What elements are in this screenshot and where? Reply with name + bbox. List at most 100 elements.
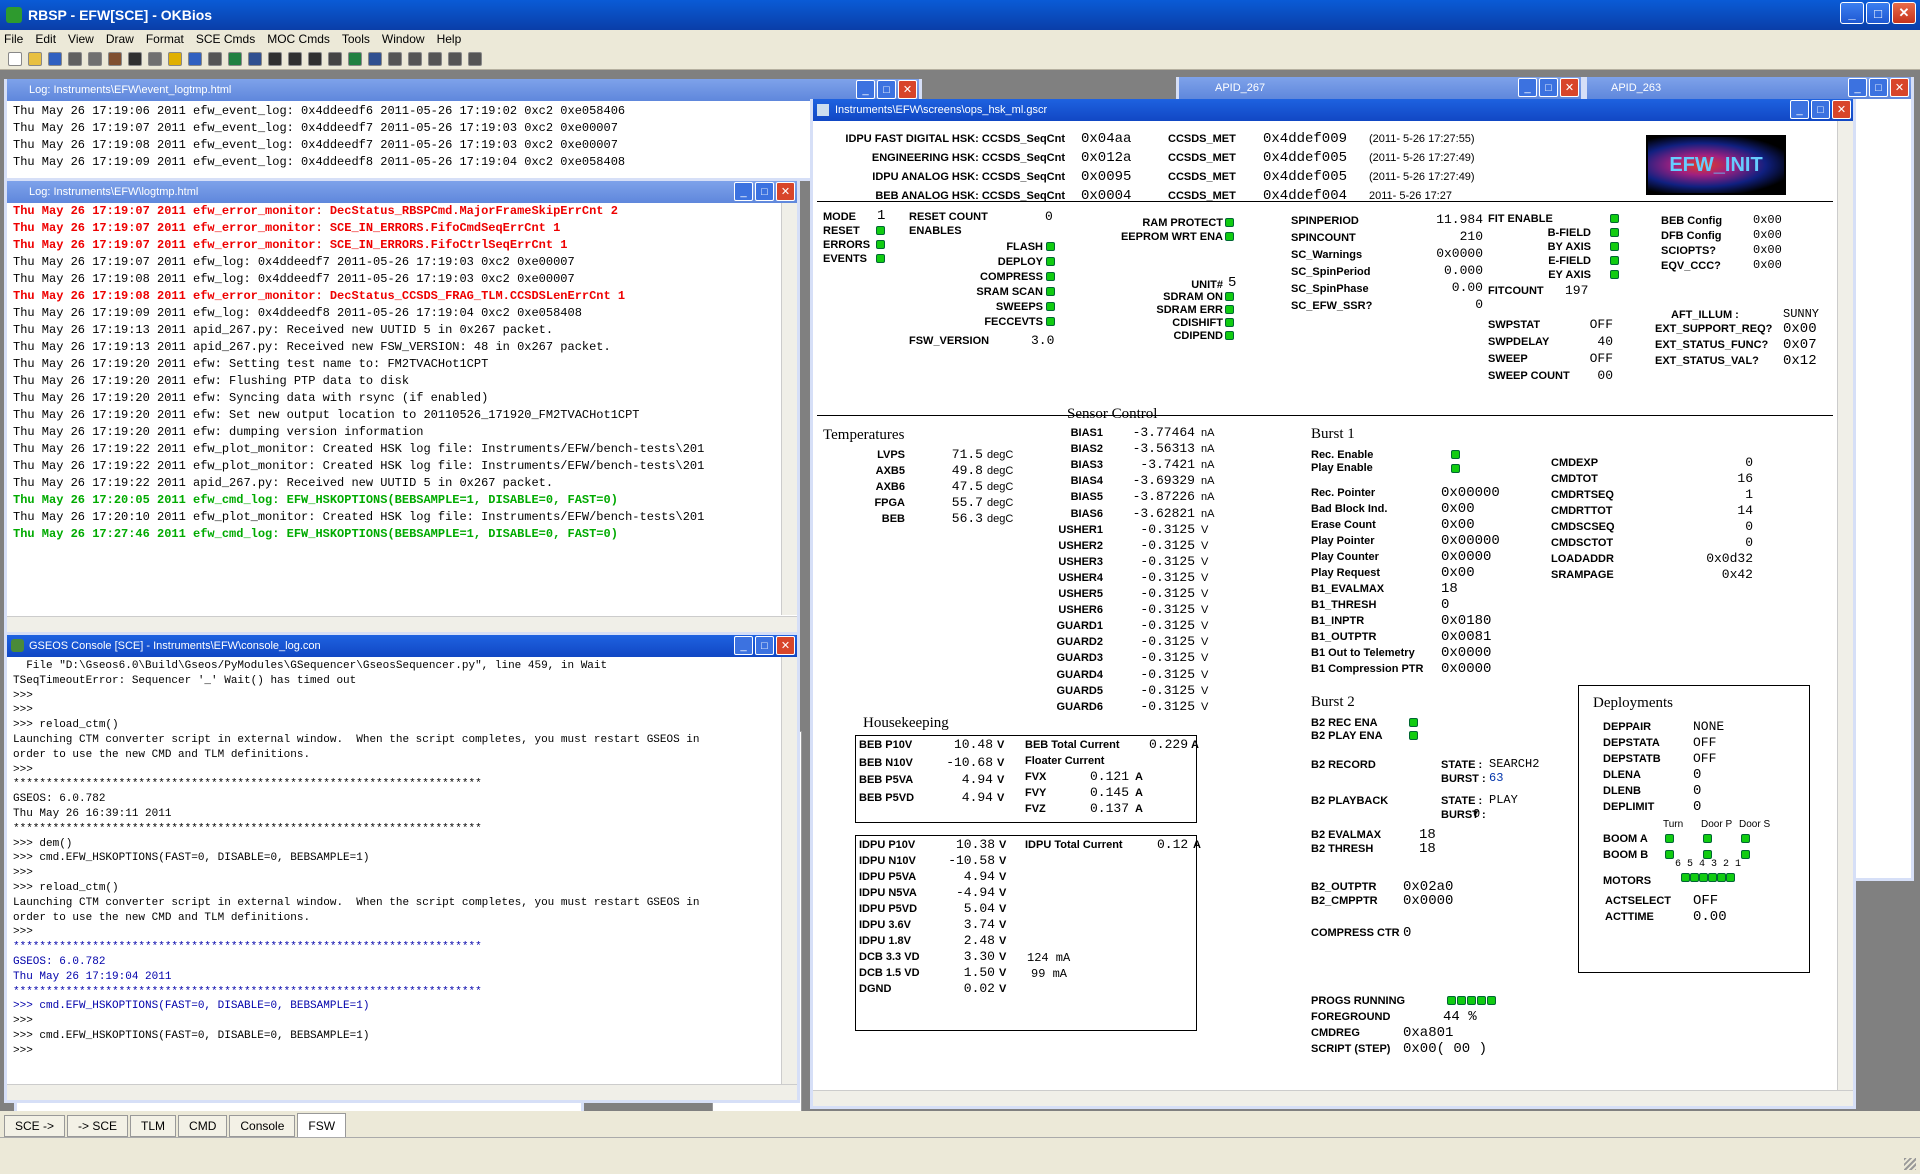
hsk-label: ENGINEERING HSK: CCSDS_SeqCnt: [871, 152, 1065, 164]
event-log-window[interactable]: Log: Instruments\EFW\event_logtmp.html _…: [4, 79, 922, 181]
horizontal-scrollbar[interactable]: [7, 1084, 797, 1100]
hsk-value: 47.5: [951, 479, 983, 494]
hsk-label: GUARD5: [1056, 684, 1103, 697]
minimize-button[interactable]: _: [734, 636, 753, 655]
vertical-scrollbar[interactable]: [1837, 121, 1853, 1091]
toolbar-icon-23[interactable]: [448, 51, 462, 66]
resize-grip-icon[interactable]: [1904, 1158, 1916, 1170]
hsk-label: V: [999, 935, 1007, 947]
toolbar-icon-9[interactable]: [168, 51, 182, 66]
toolbar-icon-5[interactable]: [88, 51, 102, 66]
horizontal-scrollbar[interactable]: [813, 1090, 1853, 1106]
close-button[interactable]: ✕: [898, 80, 917, 99]
tab-cmd[interactable]: CMD: [178, 1115, 228, 1137]
toolbar-icon-16[interactable]: [308, 51, 322, 66]
minimize-button[interactable]: _: [1848, 78, 1867, 97]
tab-sce-[interactable]: SCE ->: [4, 1115, 66, 1137]
close-button[interactable]: ✕: [1890, 78, 1909, 97]
close-button[interactable]: ✕: [1892, 2, 1916, 24]
menu-edit[interactable]: Edit: [35, 32, 56, 46]
maximize-button[interactable]: □: [755, 182, 774, 201]
hsk-label: Erase Count: [1311, 519, 1376, 531]
status-led: [1046, 317, 1055, 326]
hsk-label: V: [1201, 604, 1209, 617]
menu-moc-cmds[interactable]: MOC Cmds: [267, 32, 330, 46]
close-button[interactable]: ✕: [776, 182, 795, 201]
hsk-value: 0.000: [1443, 263, 1483, 278]
toolbar-icon-17[interactable]: [328, 51, 342, 66]
maximize-button[interactable]: □: [1866, 2, 1890, 24]
tab-fsw[interactable]: FSW: [297, 1113, 347, 1137]
console-line: Thu May 26 16:39:11 2011: [13, 807, 172, 820]
hsk-label: CMDEXP: [1551, 457, 1599, 469]
toolbar-icon-10[interactable]: [188, 51, 202, 66]
toolbar-icon-4[interactable]: [68, 51, 82, 66]
menu-file[interactable]: File: [4, 32, 23, 46]
toolbar-icon-12[interactable]: [228, 51, 242, 66]
toolbar-icon-2[interactable]: [28, 51, 42, 66]
vertical-scrollbar[interactable]: [781, 203, 797, 615]
hsk-value: 0.02: [963, 981, 995, 996]
maximize-button[interactable]: □: [1811, 100, 1830, 119]
toolbar-icon-1[interactable]: [8, 51, 22, 66]
close-button[interactable]: ✕: [776, 636, 795, 655]
minimize-button[interactable]: _: [1518, 78, 1537, 97]
menu-view[interactable]: View: [68, 32, 94, 46]
toolbar-icon-24[interactable]: [468, 51, 482, 66]
toolbar-icon-15[interactable]: [288, 51, 302, 66]
tab--sce[interactable]: -> SCE: [67, 1115, 129, 1137]
toolbar-icon-13[interactable]: [248, 51, 262, 66]
maximize-button[interactable]: □: [877, 80, 896, 99]
console-content[interactable]: File "D:\Gseos6.0\Build\Gseos/PyModules\…: [7, 657, 781, 1085]
tab-tlm[interactable]: TLM: [130, 1115, 177, 1137]
main-log-content: Thu May 26 17:19:07 2011 efw_error_monit…: [7, 203, 781, 615]
hsk-label: CMDRTTOT: [1551, 505, 1613, 517]
maximize-button[interactable]: □: [1539, 78, 1558, 97]
hsk-label: V: [1201, 652, 1209, 665]
minimize-button[interactable]: _: [856, 80, 875, 99]
minimize-button[interactable]: _: [1840, 2, 1864, 24]
maximize-button[interactable]: □: [1869, 78, 1888, 97]
toolbar-icon-21[interactable]: [408, 51, 422, 66]
toolbar-icon-6[interactable]: [108, 51, 122, 66]
hsk-label: SC_EFW_SSR?: [1291, 300, 1373, 312]
hsk-label: IDPU 1.8V: [859, 935, 911, 947]
close-button[interactable]: ✕: [1560, 78, 1579, 97]
toolbar-icon-22[interactable]: [428, 51, 442, 66]
tab-console[interactable]: Console: [229, 1115, 296, 1137]
hsk-value: 0xa801: [1403, 1025, 1454, 1041]
toolbar-icon-20[interactable]: [388, 51, 402, 66]
menu-help[interactable]: Help: [437, 32, 462, 46]
hsk-label: SCIOPTS?: [1661, 245, 1717, 257]
toolbar-icon-18[interactable]: [348, 51, 362, 66]
console-window[interactable]: GSEOS Console [SCE] - Instruments\EFW\co…: [4, 635, 800, 1103]
log-line: Thu May 26 17:19:08 2011 efw_log: 0x4dde…: [13, 272, 575, 286]
close-button[interactable]: ✕: [1832, 100, 1851, 119]
app-titlebar[interactable]: RBSP - EFW[SCE] - OKBios _ □ ✕: [0, 0, 1920, 30]
minimize-button[interactable]: _: [1790, 100, 1809, 119]
toolbar-icon-19[interactable]: [368, 51, 382, 66]
toolbar-icon-14[interactable]: [268, 51, 282, 66]
main-log-window[interactable]: Log: Instruments\EFW\logtmp.html _ □ ✕ Thu…: [4, 181, 800, 635]
menu-draw[interactable]: Draw: [106, 32, 134, 46]
toolbar-icon-8[interactable]: [148, 51, 162, 66]
status-led: [1225, 318, 1234, 327]
menu-tools[interactable]: Tools: [342, 32, 370, 46]
menu-window[interactable]: Window: [382, 32, 425, 46]
hsk-label: FITCOUNT: [1488, 285, 1544, 297]
toolbar-icon-3[interactable]: [48, 51, 62, 66]
menu-sce-cmds[interactable]: SCE Cmds: [196, 32, 255, 46]
vertical-scrollbar[interactable]: [781, 657, 797, 1085]
status-led: [1225, 331, 1234, 340]
hsk-window[interactable]: Instruments\EFW\screens\ops_hsk_ml.gscr …: [810, 99, 1856, 1109]
minimize-button[interactable]: _: [734, 182, 753, 201]
toolbar-icon-7[interactable]: [128, 51, 142, 66]
menu-format[interactable]: Format: [146, 32, 184, 46]
toolbar-icon-11[interactable]: [208, 51, 222, 66]
maximize-button[interactable]: □: [755, 636, 774, 655]
hsk-label: Floater Current: [1025, 755, 1105, 767]
horizontal-scrollbar[interactable]: [7, 616, 797, 632]
hsk-label: IDPU FAST DIGITAL HSK: CCSDS_SeqCnt: [845, 133, 1065, 145]
hsk-value: -10.58: [948, 853, 995, 868]
status-led: [1741, 850, 1750, 859]
